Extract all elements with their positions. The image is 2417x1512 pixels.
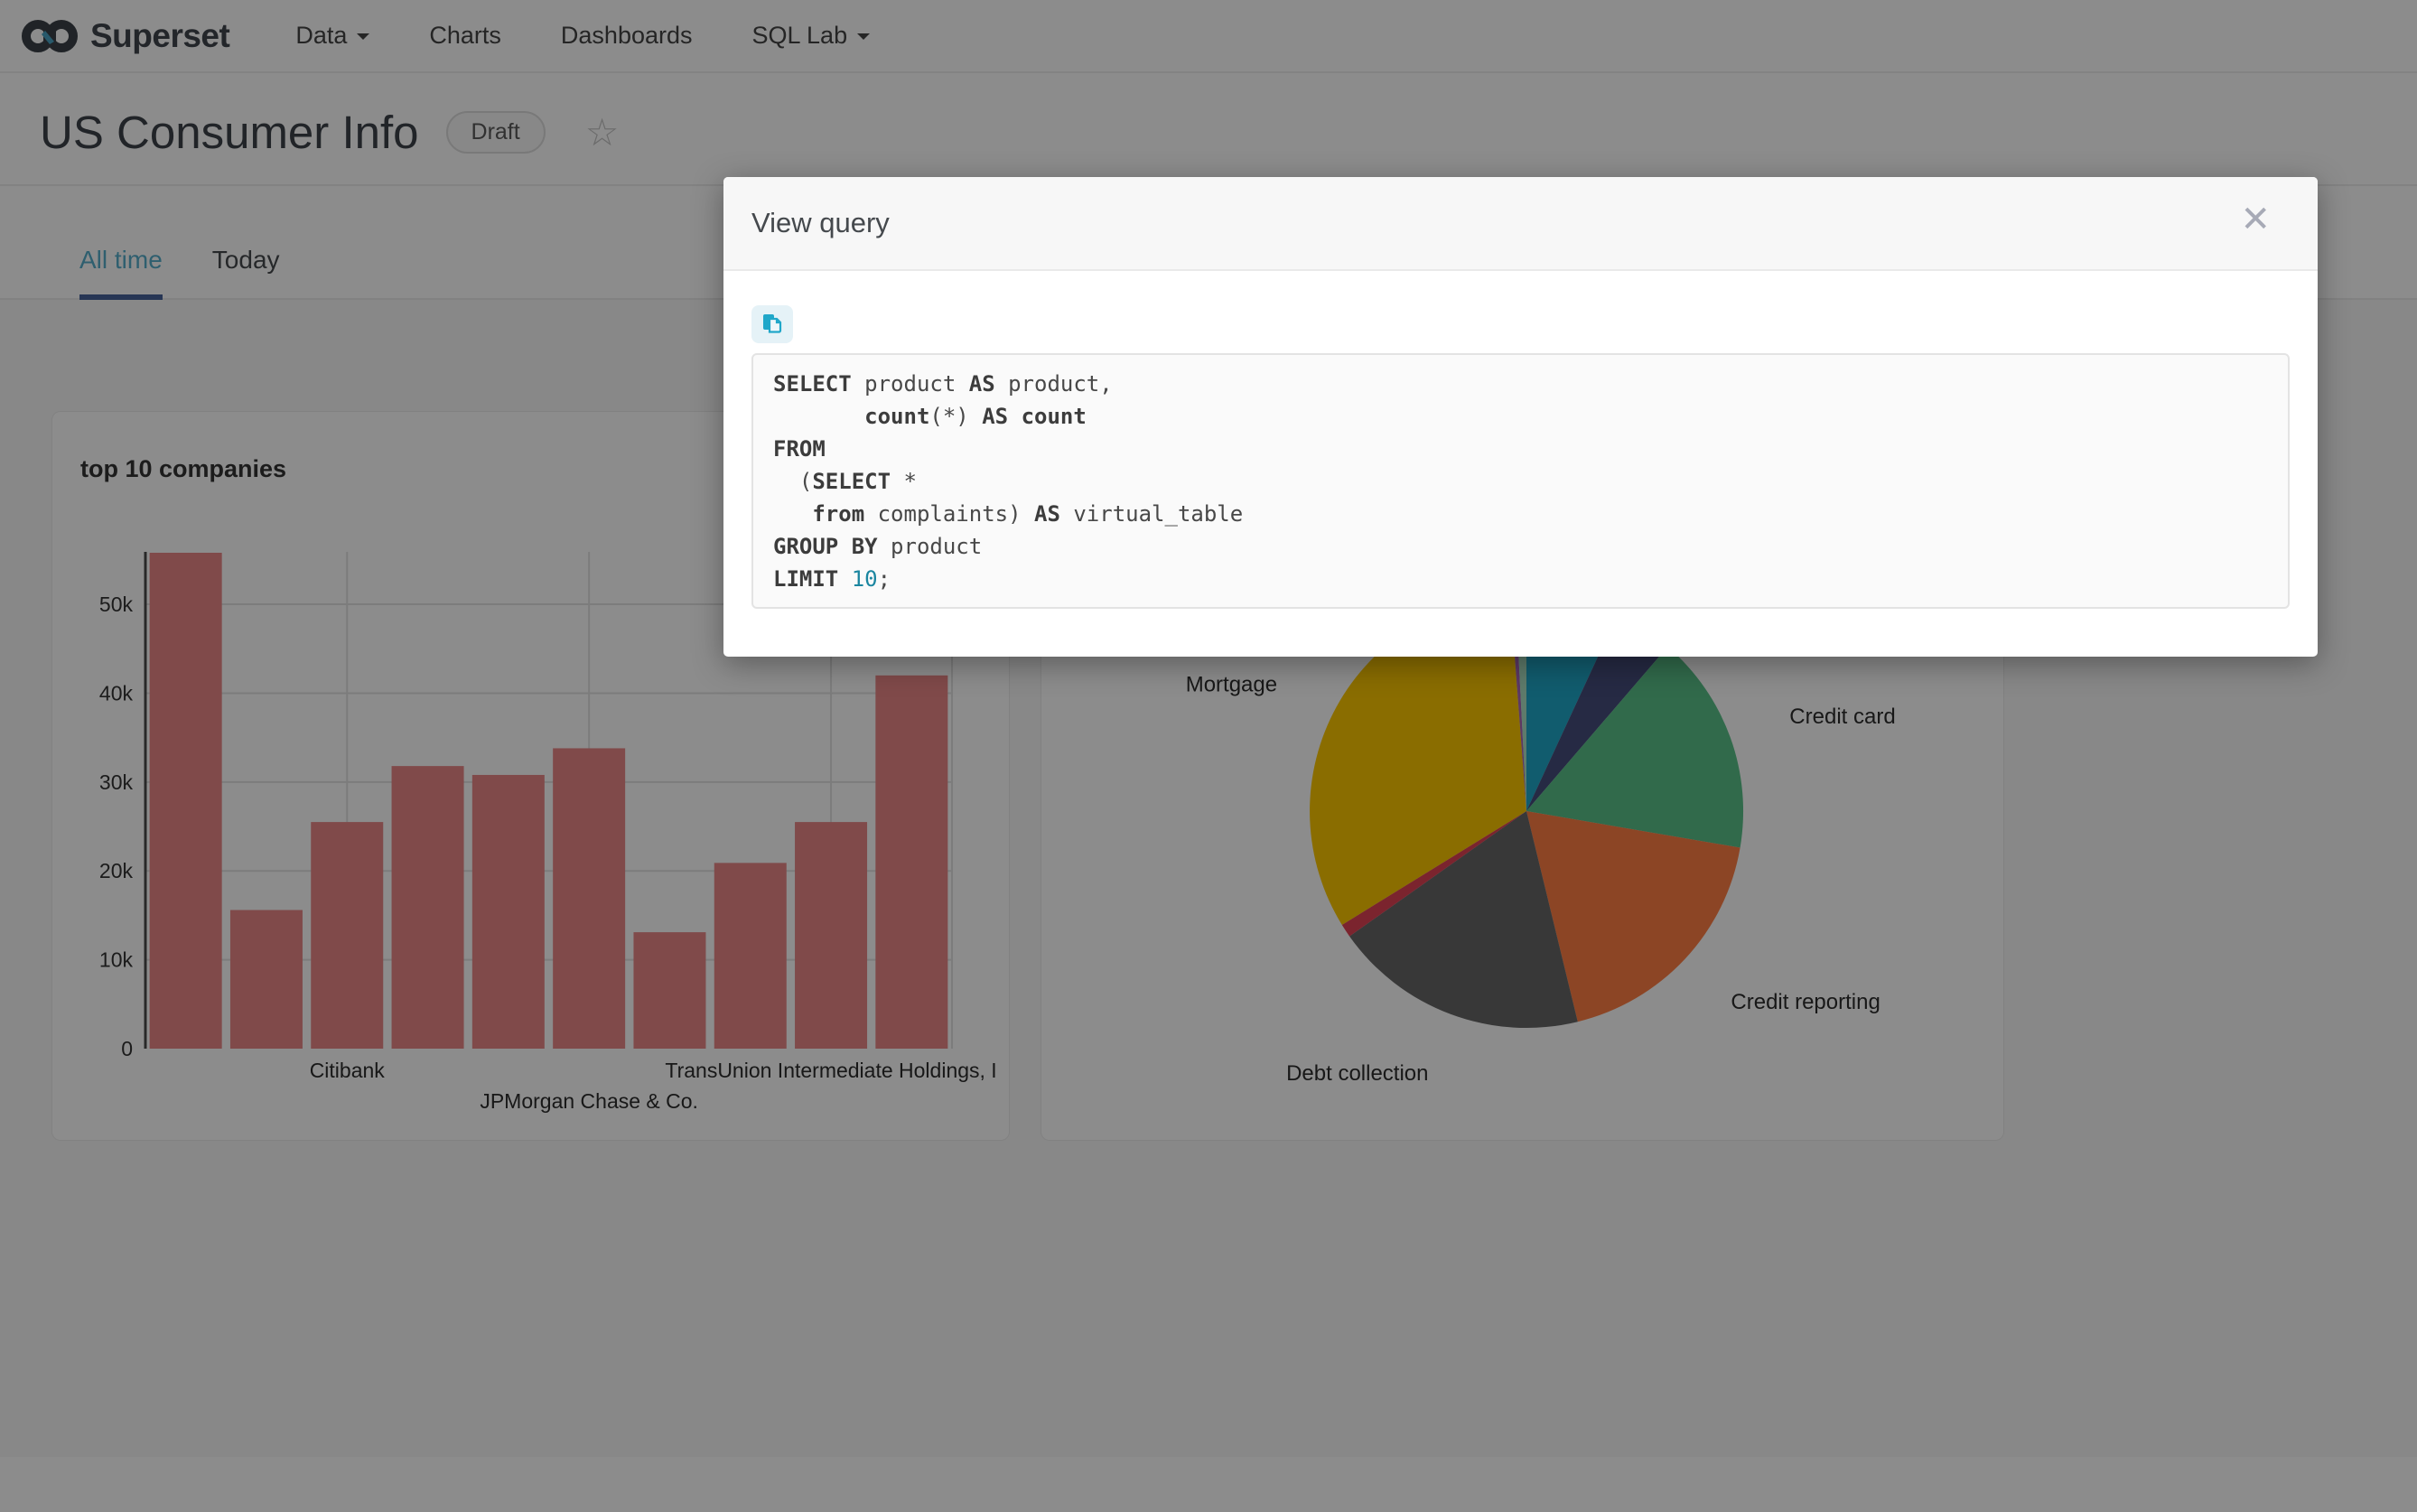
sql-line: GROUP BY product [773, 530, 2268, 563]
sql-code: SELECT product AS product, count(*) AS c… [751, 353, 2290, 609]
sql-line: SELECT product AS product, [773, 368, 2268, 400]
close-icon: ✕ [2240, 200, 2271, 239]
sql-line: FROM [773, 433, 2268, 465]
page: Superset DataChartsDashboardsSQL Lab US … [0, 0, 2417, 1512]
copy-button[interactable] [751, 305, 793, 343]
sql-line: LIMIT 10; [773, 563, 2268, 595]
modal-title: View query [751, 207, 890, 239]
copy-icon [761, 313, 784, 336]
close-button[interactable]: ✕ [2240, 199, 2271, 240]
sql-line: count(*) AS count [773, 400, 2268, 433]
modal-body: SELECT product AS product, count(*) AS c… [723, 271, 2318, 609]
modal-header: View query [723, 177, 2318, 271]
view-query-modal: View query ✕ SELECT product AS product, … [723, 177, 2318, 657]
sql-line: (SELECT * [773, 465, 2268, 498]
sql-line: from complaints) AS virtual_table [773, 498, 2268, 530]
